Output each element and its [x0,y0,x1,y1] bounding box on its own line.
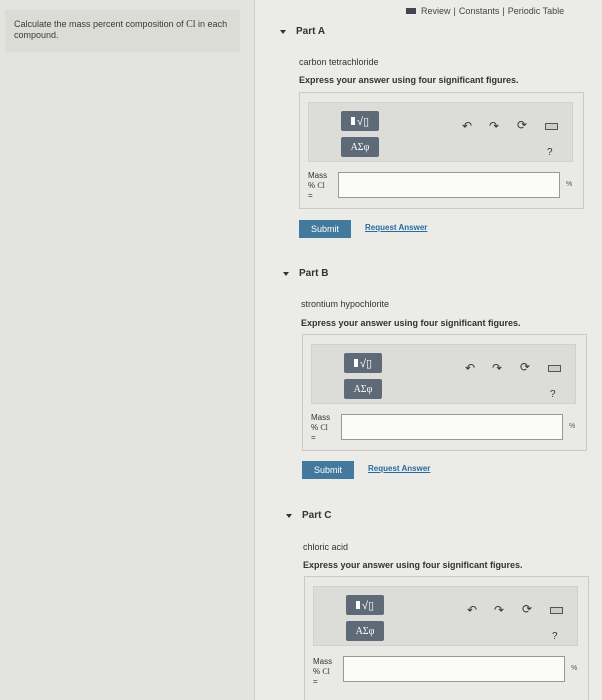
left-panel [0,0,255,700]
part-a-request-answer-link[interactable]: Request Answer [365,223,427,232]
caret-down-icon [283,271,289,276]
part-c-compound: chloric acid [303,542,349,552]
radical-icon: √▯ [356,115,370,128]
keyboard-icon[interactable] [548,365,561,372]
label-equals: = [308,191,313,200]
mass-percent-label: Mass % Cl = [308,171,327,201]
templates-button[interactable]: √▯ [344,353,382,373]
label-line1: Mass [313,657,333,666]
part-a-answer-panel: √▯ AΣφ ↶ ↷ ⟳ ? Mass % Cl = % [299,92,584,209]
part-c-answer-input[interactable] [343,656,565,682]
separator: | [502,6,505,16]
box-icon [355,601,360,609]
unit-label: % [566,181,573,188]
prompt-text: Calculate the mass percent composition o… [14,19,187,29]
label-equals: = [311,433,316,442]
label-line1: Mass [308,171,328,180]
part-c-title: Part C [302,510,332,521]
part-a-submit-button[interactable]: Submit [299,220,351,238]
part-b-request-answer-link[interactable]: Request Answer [368,464,430,473]
math-toolbar: √▯ AΣφ ↶ ↷ ⟳ ? [308,102,573,162]
reset-icon[interactable]: ⟳ [517,118,527,132]
caret-down-icon [286,513,292,518]
label-element: Cl [317,181,325,190]
greek-symbols-button[interactable]: AΣφ [346,621,384,641]
part-c-answer-panel: √▯ AΣφ ↶ ↷ ⟳ ? Mass % Cl = % [304,576,589,700]
math-toolbar: √▯ AΣφ ↶ ↷ ⟳ ? [311,344,576,404]
label-equals: = [313,677,318,686]
part-b-submit-button[interactable]: Submit [302,461,354,479]
book-icon [406,8,416,14]
templates-button[interactable]: √▯ [341,111,379,131]
help-icon[interactable]: ? [552,631,558,642]
undo-icon[interactable]: ↶ [462,119,472,133]
mass-percent-label: Mass % Cl = [313,657,332,687]
help-icon[interactable]: ? [547,147,553,158]
reset-icon[interactable]: ⟳ [520,360,530,374]
part-b-compound: strontium hypochlorite [301,299,390,309]
review-link[interactable]: Review [421,6,451,16]
caret-down-icon [280,29,286,34]
periodic-table-link[interactable]: Periodic Table [508,6,564,16]
keyboard-icon[interactable] [545,123,558,130]
label-percent: % [313,667,323,676]
part-b-header[interactable]: Part B [283,268,328,279]
unit-label: % [571,665,578,672]
redo-icon[interactable]: ↷ [489,119,499,133]
part-a-instruction: Express your answer using four significa… [299,75,519,85]
part-b-answer-input[interactable] [341,414,563,440]
part-b-instruction: Express your answer using four significa… [301,318,521,328]
part-c-instruction: Express your answer using four significa… [303,560,523,570]
templates-button[interactable]: √▯ [346,595,384,615]
part-a-compound: carbon tetrachloride [299,57,379,67]
greek-symbols-button[interactable]: AΣφ [344,379,382,399]
problem-prompt: Calculate the mass percent composition o… [5,10,240,52]
constants-link[interactable]: Constants [459,6,500,16]
part-b-answer-panel: √▯ AΣφ ↶ ↷ ⟳ ? Mass % Cl = % [302,334,587,451]
keyboard-icon[interactable] [550,607,563,614]
reset-icon[interactable]: ⟳ [522,602,532,616]
undo-icon[interactable]: ↶ [467,603,477,617]
top-links: Review | Constants | Periodic Table [406,6,564,16]
label-percent: % [308,181,318,190]
help-icon[interactable]: ? [550,389,556,400]
part-b-title: Part B [299,268,329,279]
box-icon [353,359,358,367]
redo-icon[interactable]: ↷ [492,361,502,375]
unit-label: % [569,423,576,430]
label-percent: % [311,423,321,432]
part-a-title: Part A [296,26,326,37]
radical-icon: √▯ [361,599,375,612]
undo-icon[interactable]: ↶ [465,361,475,375]
radical-icon: √▯ [359,357,373,370]
prompt-element: Cl [186,19,196,30]
separator: | [453,6,456,16]
part-a-answer-input[interactable] [338,172,560,198]
label-element: Cl [320,423,328,432]
greek-symbols-button[interactable]: AΣφ [341,137,379,157]
part-a-header[interactable]: Part A [280,26,325,37]
mass-percent-label: Mass % Cl = [311,413,330,443]
label-line1: Mass [311,413,331,422]
box-icon [350,117,355,125]
label-element: Cl [322,667,330,676]
part-c-header[interactable]: Part C [286,510,331,521]
math-toolbar: √▯ AΣφ ↶ ↷ ⟳ ? [313,586,578,646]
redo-icon[interactable]: ↷ [494,603,504,617]
